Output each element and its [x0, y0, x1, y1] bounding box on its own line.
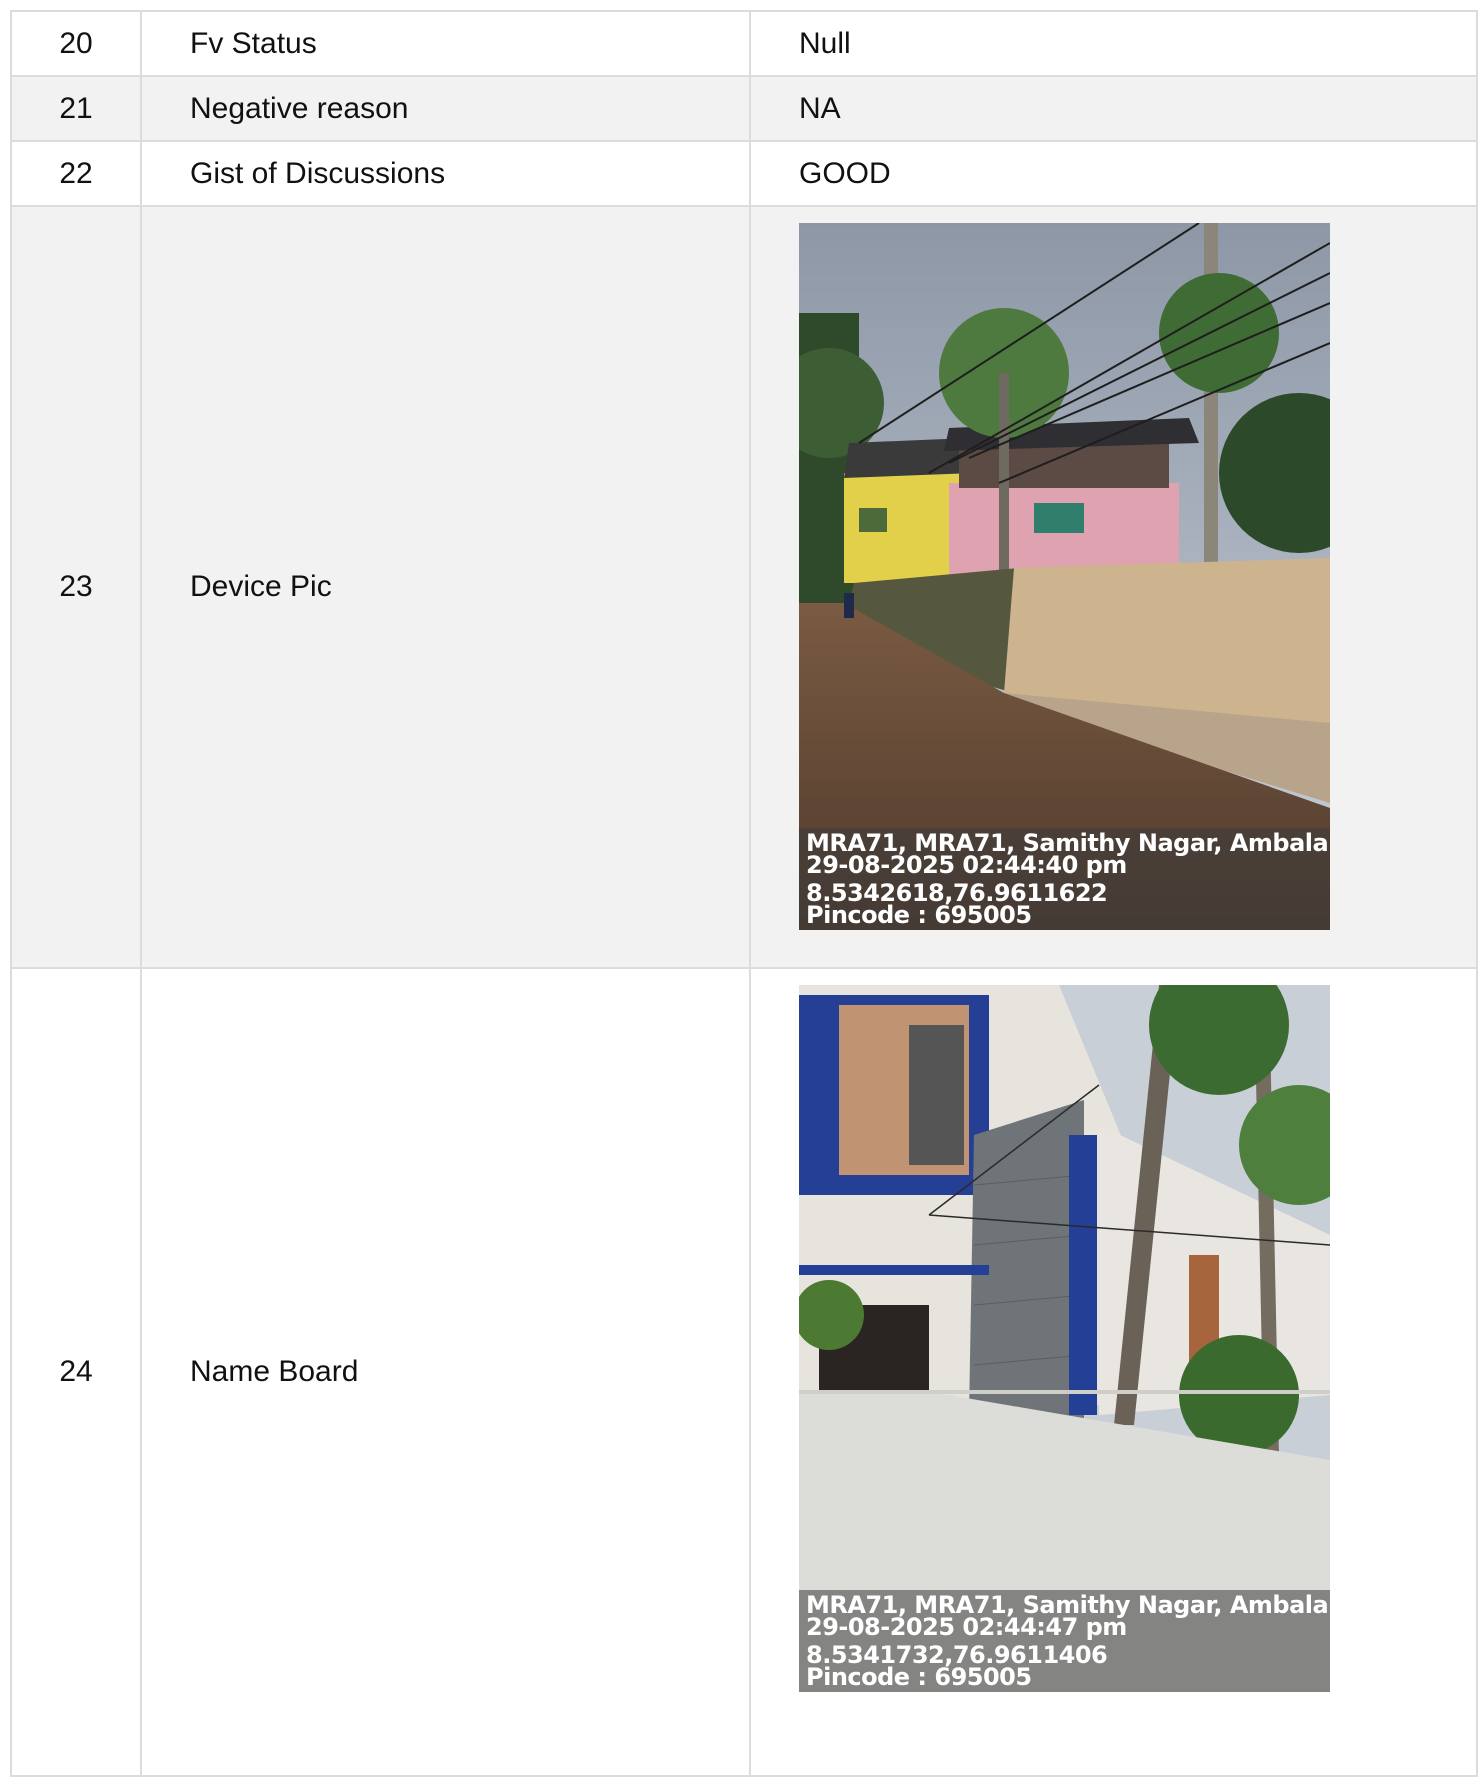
table-row: 24 Name Board MRA71, MRA71, Samithy Naga…: [10, 967, 1478, 1777]
row-value: NA: [749, 75, 1478, 142]
photo-datetime: 29-08-2025 02:44:47 pm: [806, 1613, 1127, 1641]
name-board-photo[interactable]: MRA71, MRA71, Samithy Nagar, Ambalamuk 2…: [799, 985, 1330, 1692]
row-label: Gist of Discussions: [140, 140, 751, 207]
row-label: Device Pic: [140, 205, 751, 969]
photo-pincode: Pincode : 695005: [806, 901, 1032, 929]
photo-pincode: Pincode : 695005: [806, 1663, 1032, 1691]
row-value: Null: [749, 10, 1478, 77]
row-number: 21: [10, 75, 142, 142]
table-row: 21 Negative reason NA: [10, 75, 1478, 142]
row-value: MRA71, MRA71, Samithy Nagar, Ambalamuk 2…: [749, 967, 1478, 1777]
device-photo[interactable]: MRA71, MRA71, Samithy Nagar, Ambalamuk 2…: [799, 223, 1330, 930]
photo-datetime: 29-08-2025 02:44:40 pm: [806, 851, 1127, 879]
row-label: Fv Status: [140, 10, 751, 77]
row-value: MRA71, MRA71, Samithy Nagar, Ambalamuk 2…: [749, 205, 1478, 969]
street-scene-image: [799, 223, 1330, 930]
table-row: 23 Device Pic MRA71, MRA71, Samithy Naga…: [10, 205, 1478, 969]
row-number: 20: [10, 10, 142, 77]
row-value: GOOD: [749, 140, 1478, 207]
row-label: Negative reason: [140, 75, 751, 142]
row-number: 24: [10, 967, 142, 1777]
photo-geotag-overlay: MRA71, MRA71, Samithy Nagar, Ambalamuk 2…: [799, 1590, 1330, 1692]
photo-geotag-overlay: MRA71, MRA71, Samithy Nagar, Ambalamuk 2…: [799, 828, 1330, 930]
row-label: Name Board: [140, 967, 751, 1777]
house-facade-image: [799, 985, 1330, 1692]
table-row: 20 Fv Status Null: [10, 10, 1478, 77]
field-verification-table: 20 Fv Status Null 21 Negative reason NA …: [10, 10, 1478, 1777]
row-number: 22: [10, 140, 142, 207]
table-row: 22 Gist of Discussions GOOD: [10, 140, 1478, 207]
row-number: 23: [10, 205, 142, 969]
